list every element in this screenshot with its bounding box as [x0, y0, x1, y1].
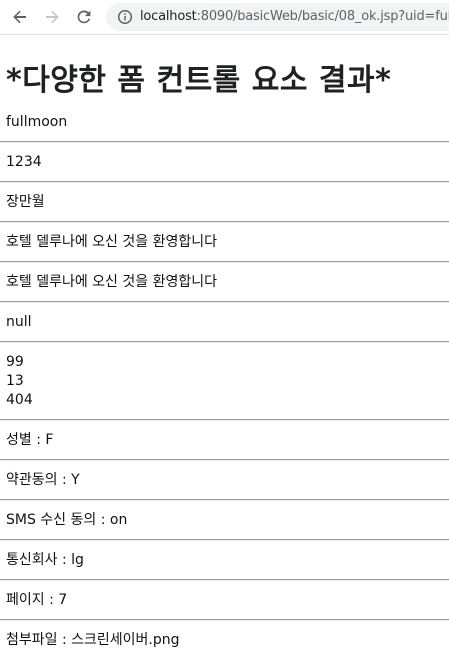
address-bar[interactable]: localhost:8090/basicWeb/basic/08_ok.jsp?… — [106, 3, 449, 31]
result-terms-agree: 약관동의 : Y — [6, 472, 80, 488]
divider — [0, 181, 449, 183]
divider — [0, 419, 449, 421]
info-icon[interactable] — [117, 9, 133, 25]
result-password: 1234 — [6, 154, 42, 170]
result-gender: 성별 : F — [6, 432, 54, 448]
browser-toolbar: localhost:8090/basicWeb/basic/08_ok.jsp?… — [0, 0, 449, 35]
result-null-value: null — [6, 314, 32, 330]
arrow-right-icon — [46, 10, 59, 24]
url-path: :8090/basicWeb/basic/08_ok.jsp?uid=ful — [196, 9, 449, 24]
result-multi-value: 13 — [6, 373, 24, 389]
divider — [0, 579, 449, 581]
reload-button[interactable] — [72, 5, 96, 29]
result-greeting-hidden: 호텔 델루나에 오신 것을 환영합니다 — [6, 274, 217, 290]
divider — [0, 539, 449, 541]
back-button[interactable] — [8, 5, 32, 29]
divider — [0, 459, 449, 461]
results-list: fullmoon 1234 장만월 호텔 델루나에 오신 것을 환영합니다 호텔… — [0, 113, 449, 650]
reload-icon — [77, 10, 91, 24]
result-userid: fullmoon — [6, 114, 68, 130]
page-title: *다양한 폼 컨트롤 요소 결과* — [6, 63, 392, 98]
result-page: 페이지 : 7 — [6, 592, 68, 608]
divider — [0, 499, 449, 501]
divider — [0, 141, 449, 143]
arrow-left-icon — [13, 10, 26, 24]
divider — [0, 619, 449, 621]
result-greeting: 호텔 델루나에 오신 것을 환영합니다 — [6, 234, 217, 250]
result-multi-value: 404 — [6, 392, 33, 408]
result-multi-values: 99 13 404 — [0, 353, 449, 410]
result-name: 장만월 — [6, 194, 45, 210]
divider — [0, 301, 449, 303]
page-content: *다양한 폼 컨트롤 요소 결과* fullmoon 1234 장만월 호텔 델… — [0, 35, 449, 650]
divider — [0, 221, 449, 223]
forward-button[interactable] — [40, 5, 64, 29]
result-attachment: 첨부파일 : 스크린세이버.png — [6, 632, 180, 648]
url-text[interactable]: localhost:8090/basicWeb/basic/08_ok.jsp?… — [140, 9, 449, 25]
result-carrier: 통신회사 : lg — [6, 552, 84, 568]
divider — [0, 341, 449, 343]
result-multi-value: 99 — [6, 354, 24, 370]
url-host: localhost — [140, 9, 197, 24]
divider — [0, 261, 449, 263]
result-sms-agree: SMS 수신 동의 : on — [6, 512, 128, 528]
